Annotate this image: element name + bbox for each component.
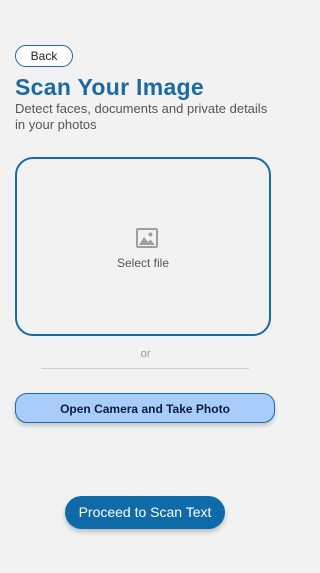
back-button[interactable]: Back (15, 45, 73, 67)
page-subtitle: Detect faces, documents and private deta… (15, 101, 268, 132)
or-separator-label: or (140, 348, 151, 360)
proceed-to-scan-button[interactable]: Proceed to Scan Text (65, 496, 225, 529)
image-icon (136, 228, 158, 248)
divider (41, 368, 249, 369)
open-camera-button[interactable]: Open Camera and Take Photo (15, 393, 275, 423)
file-dropzone[interactable]: Select file (15, 157, 271, 336)
select-file-label: Select file (116, 256, 170, 270)
page-title: Scan Your Image (15, 74, 204, 100)
